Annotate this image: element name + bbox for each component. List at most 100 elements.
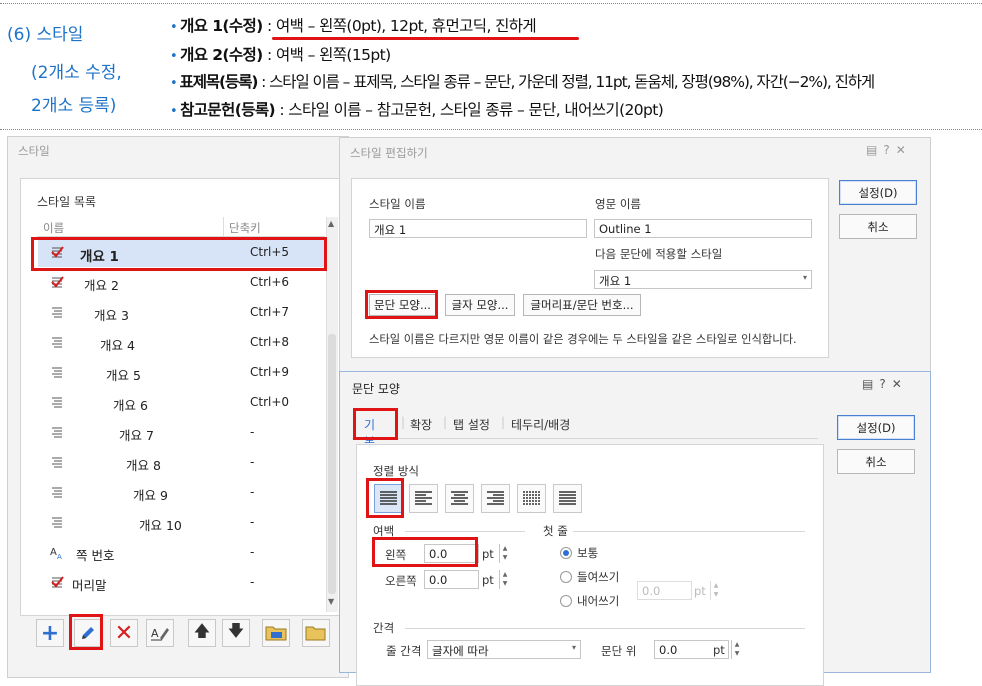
style-list-item[interactable]: 개요 10 -: [38, 508, 325, 537]
chevron-down-icon: ▾: [802, 273, 807, 282]
first-line-hanging-label: 내어쓰기: [577, 594, 620, 608]
style-list-item[interactable]: AA 쪽 번호 -: [38, 538, 325, 567]
svg-text:A: A: [151, 627, 159, 640]
bullet-number-button[interactable]: 글머리표/문단 번호...: [523, 294, 641, 316]
first-line-normal-radio[interactable]: [560, 547, 572, 559]
add-style-button[interactable]: +: [36, 619, 64, 647]
chevron-down-icon: ▾: [571, 643, 576, 652]
instruction-line-2: • 개요 2(수정) : 여백 – 왼쪽(15pt): [170, 46, 391, 64]
style-item-shortcut: -: [250, 455, 255, 469]
top-divider: [0, 3, 982, 4]
import-style-button[interactable]: [262, 619, 290, 647]
style-item-name: 개요 5: [106, 368, 141, 383]
instruction-line-4: • 참고문헌(등록) : 스타일 이름 – 참고문헌, 스타일 종류 – 문단, …: [170, 101, 664, 119]
style-edit-title: 스타일 편집하기: [350, 146, 428, 160]
arrow-down-icon: 🡇: [227, 620, 245, 640]
style-list-item[interactable]: 개요 6 Ctrl+0: [38, 388, 325, 417]
plus-icon: +: [40, 620, 60, 646]
style-list-label: 스타일 목록: [37, 195, 97, 209]
style-list-scrollbar[interactable]: ▲ ▼: [326, 217, 338, 612]
next-style-select[interactable]: 개요 1 ▾: [594, 270, 812, 289]
tab-border-bg[interactable]: 테두리/배경: [511, 416, 570, 433]
first-line-indent-label: 들여쓰기: [577, 570, 620, 584]
tab-extend[interactable]: 확장: [410, 416, 432, 433]
first-line-hanging-radio[interactable]: [560, 595, 572, 607]
style-name-note: 스타일 이름은 다르지만 영문 이름이 같은 경우에는 두 스타일을 같은 스타…: [369, 333, 797, 346]
style-item-name: 개요 9: [133, 488, 168, 503]
align-distribute-icon: [523, 491, 540, 505]
tab-tab-settings[interactable]: 탭 설정: [453, 416, 490, 433]
right-margin-spinner[interactable]: ▲ ▼: [499, 570, 510, 589]
style-list-item[interactable]: 개요 2 Ctrl+6: [38, 268, 325, 297]
line-spacing-select[interactable]: 글자에 따라 ▾: [427, 640, 581, 659]
section-subtitle-1: (2개소 수정,: [31, 63, 122, 83]
first-line-indent-radio[interactable]: [560, 571, 572, 583]
char-style-icon: AA: [50, 545, 64, 561]
col-name-header[interactable]: 이름: [43, 220, 64, 236]
paragraph-lines-icon: [50, 335, 64, 349]
style-list-item[interactable]: 개요 4 Ctrl+8: [38, 328, 325, 357]
style-list-item[interactable]: 개요 3 Ctrl+7: [38, 298, 325, 327]
scroll-up-icon[interactable]: ▲: [328, 219, 334, 228]
align-split-button[interactable]: [553, 484, 582, 513]
style-item-shortcut: Ctrl+8: [250, 335, 290, 349]
align-split-icon: [559, 491, 576, 505]
para-above-label: 문단 위: [601, 644, 637, 658]
outline-check-icon: [50, 275, 64, 289]
col-shortcut-header[interactable]: 단축키: [229, 220, 261, 236]
paragraph-lines-icon: [50, 515, 64, 529]
style-name-input[interactable]: 개요 1: [369, 219, 587, 238]
style-list-item[interactable]: 개요 9 -: [38, 478, 325, 507]
left-margin-spinner[interactable]: ▲ ▼: [499, 544, 510, 563]
style-edit-window-controls[interactable]: ▤?✕: [866, 143, 912, 157]
paragraph-lines-icon: [50, 365, 64, 379]
open-folder-button[interactable]: [302, 619, 330, 647]
paragraph-lines-icon: [50, 395, 64, 409]
scroll-thumb[interactable]: [328, 334, 336, 594]
style-item-shortcut: Ctrl+0: [250, 395, 290, 409]
move-up-button[interactable]: 🡅: [188, 619, 216, 647]
style-list-item[interactable]: 개요 8 -: [38, 448, 325, 477]
arrow-up-icon: 🡅: [193, 620, 211, 640]
style-item-name: 개요 2: [84, 278, 119, 293]
spacing-label: 간격: [373, 621, 395, 635]
apply-style-button[interactable]: A: [146, 619, 174, 647]
paragraph-window-controls[interactable]: ▤?✕: [862, 377, 908, 391]
right-margin-input[interactable]: 0.0: [424, 570, 479, 589]
para-cancel-button[interactable]: 취소: [837, 449, 915, 474]
move-down-button[interactable]: 🡇: [222, 619, 250, 647]
eng-name-input[interactable]: Outline 1: [594, 219, 812, 238]
paragraph-dialog-title: 문단 모양: [352, 382, 400, 396]
line-spacing-label: 줄 간격: [386, 644, 422, 658]
para-ok-button[interactable]: 설정(D): [837, 415, 915, 440]
paragraph-lines-icon: [50, 455, 64, 469]
left-margin-unit: pt: [482, 547, 494, 561]
char-shape-button[interactable]: 글자 모양...: [445, 294, 515, 316]
align-right-button[interactable]: [481, 484, 510, 513]
scroll-down-icon[interactable]: ▼: [328, 597, 334, 606]
style-item-name: 머리말: [72, 578, 107, 593]
style-list-item[interactable]: 머리말 -: [38, 568, 325, 597]
style-item-shortcut: Ctrl+6: [250, 275, 290, 289]
style-item-name: 개요 3: [94, 308, 129, 323]
paragraph-lines-icon: [50, 485, 64, 499]
style-list-item[interactable]: 개요 5 Ctrl+9: [38, 358, 325, 387]
style-name-label: 스타일 이름: [369, 197, 426, 211]
svg-text:A: A: [50, 547, 57, 558]
style-list-item[interactable]: 개요 7 -: [38, 418, 325, 447]
indent-spinner[interactable]: ▲ ▼: [710, 581, 721, 600]
paragraph-lines-icon: [50, 425, 64, 439]
delete-style-button[interactable]: ✕: [110, 619, 138, 647]
style-brush-icon: A: [151, 627, 169, 641]
align-center-button[interactable]: [445, 484, 474, 513]
highlight-box-left-margin: [372, 537, 478, 567]
edit-ok-button[interactable]: 설정(D): [839, 180, 917, 205]
style-dialog: 스타일 스타일 목록 이름 단축키 ▲ ▼ 개요 1 Ctrl+5 개요 2 Ctrl…: [7, 136, 349, 678]
indent-value-input[interactable]: 0.0: [637, 581, 692, 600]
edit-cancel-button[interactable]: 취소: [839, 214, 917, 239]
align-distribute-button[interactable]: [517, 484, 546, 513]
highlight-box-para-button: [365, 290, 438, 319]
para-above-spinner[interactable]: ▲ ▼: [731, 640, 742, 659]
align-left-button[interactable]: [409, 484, 438, 513]
highlight-box-edit: [69, 614, 103, 650]
